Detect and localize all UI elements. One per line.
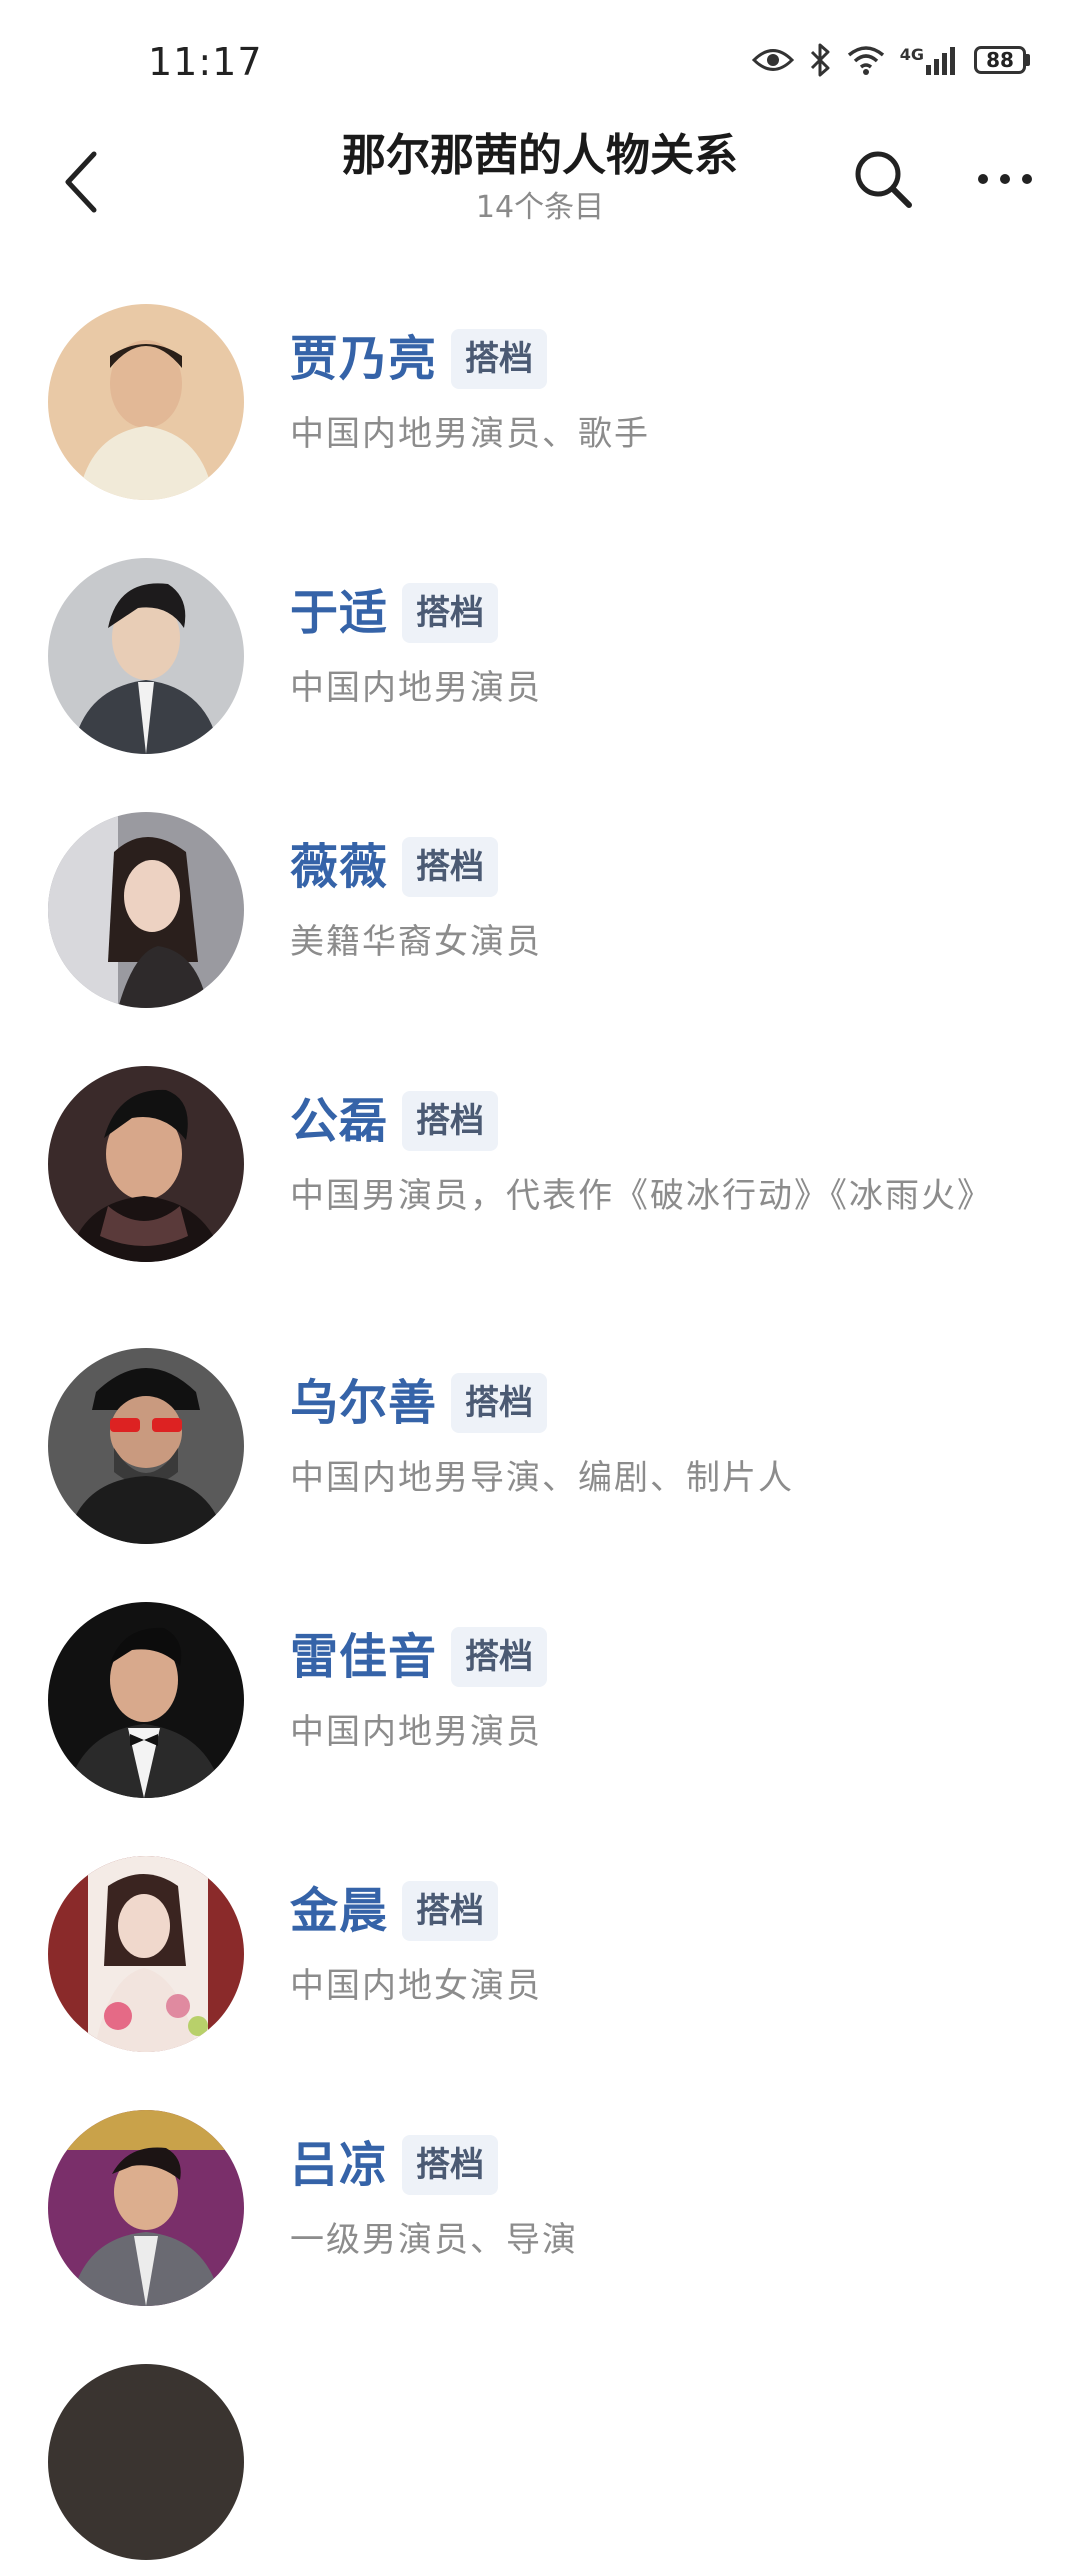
person-description: 一级男演员、导演 <box>290 2220 578 2260</box>
network-type: 4G <box>899 45 924 64</box>
person-info: 雷佳音 搭档 中国内地男演员 <box>290 1624 1030 1758</box>
person-description: 中国内地男演员、歌手 <box>290 414 650 454</box>
title-block: 那尔那茜的人物关系 14个条目 <box>240 120 840 228</box>
person-description: 中国男演员，代表作《破冰行动》《冰雨火》 <box>290 1176 993 1216</box>
more-button[interactable] <box>970 144 1040 214</box>
avatar[interactable] <box>48 1066 244 1262</box>
relation-tag: 搭档 <box>451 1373 548 1433</box>
avatar[interactable] <box>48 2110 244 2306</box>
status-icons: 4G 88 <box>751 42 1030 78</box>
person-info: 金晨 搭档 中国内地女演员 <box>290 1878 1030 2012</box>
avatar[interactable] <box>48 1602 244 1798</box>
person-name[interactable]: 雷佳音 <box>290 1624 437 1690</box>
wifi-icon <box>846 44 886 76</box>
status-time: 11:17 <box>148 40 263 84</box>
relation-tag: 搭档 <box>402 1881 499 1941</box>
search-button[interactable] <box>848 144 918 214</box>
status-bar: 11:17 4G 88 <box>0 0 1080 130</box>
person-name[interactable]: 于适 <box>290 580 388 646</box>
person-name[interactable]: 乌尔善 <box>290 1370 437 1436</box>
relation-tag: 搭档 <box>402 583 499 643</box>
person-description: 中国内地男演员 <box>290 668 542 708</box>
relation-tag: 搭档 <box>451 1627 548 1687</box>
person-info: 乌尔善 搭档 中国内地男导演、编剧、制片人 <box>290 1370 1030 1504</box>
person-info: 吕凉 搭档 一级男演员、导演 <box>290 2132 1030 2266</box>
relation-tag: 搭档 <box>451 329 548 389</box>
back-button[interactable] <box>52 142 112 222</box>
avatar[interactable] <box>48 1348 244 1544</box>
person-info: 公磊 搭档 中国男演员，代表作《破冰行动》《冰雨火》 <box>290 1088 1030 1222</box>
person-description: 美籍华裔女演员 <box>290 922 542 962</box>
person-description: 中国内地男演员 <box>290 1712 542 1752</box>
person-description: 中国内地男导演、编剧、制片人 <box>290 1458 794 1498</box>
person-name[interactable]: 金晨 <box>290 1878 388 1944</box>
avatar[interactable] <box>48 1856 244 2052</box>
header: 那尔那茜的人物关系 14个条目 <box>0 120 1080 250</box>
avatar[interactable] <box>48 2364 244 2560</box>
avatar[interactable] <box>48 558 244 754</box>
page-subtitle: 14个条目 <box>475 190 605 225</box>
more-dots-icon <box>978 174 1032 184</box>
signal-icon: 4G <box>900 45 960 75</box>
person-info: 于适 搭档 中国内地男演员 <box>290 580 1030 714</box>
relation-tag: 搭档 <box>402 837 499 897</box>
search-icon <box>855 151 912 208</box>
person-name[interactable]: 公磊 <box>290 1088 388 1154</box>
person-name[interactable]: 贾乃亮 <box>290 326 437 392</box>
page-title: 那尔那茜的人物关系 <box>342 130 738 181</box>
person-info: 贾乃亮 搭档 中国内地男演员、歌手 <box>290 326 1030 460</box>
battery-level: 88 <box>974 46 1026 74</box>
avatar[interactable] <box>48 812 244 1008</box>
person-name[interactable]: 吕凉 <box>290 2132 388 2198</box>
avatar[interactable] <box>48 304 244 500</box>
battery-icon: 88 <box>974 46 1030 74</box>
relation-tag: 搭档 <box>402 2135 499 2195</box>
eye-icon <box>751 45 794 75</box>
relation-tag: 搭档 <box>402 1091 499 1151</box>
person-description: 中国内地女演员 <box>290 1966 542 2006</box>
person-name[interactable]: 薇薇 <box>290 834 388 900</box>
bluetooth-icon <box>808 42 832 78</box>
person-info: 薇薇 搭档 美籍华裔女演员 <box>290 834 1030 968</box>
chevron-left-icon <box>65 151 97 213</box>
